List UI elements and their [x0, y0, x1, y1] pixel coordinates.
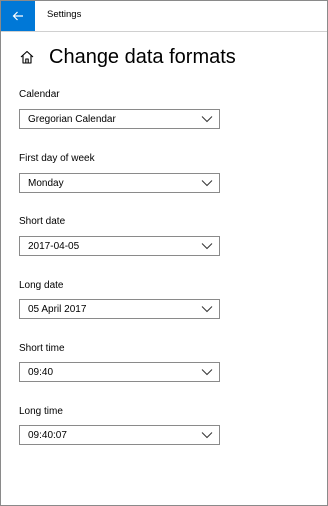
back-button[interactable] [1, 1, 35, 31]
title-bar: Settings [1, 1, 327, 32]
long-time-value: 09:40:07 [28, 429, 67, 441]
calendar-value: Gregorian Calendar [28, 113, 116, 125]
chevron-down-icon [201, 306, 213, 313]
page-title: Change data formats [49, 45, 236, 68]
chevron-down-icon [201, 180, 213, 187]
first-day-of-week-value: Monday [28, 177, 64, 189]
short-date-dropdown[interactable]: 2017-04-05 [19, 236, 220, 256]
first-day-of-week-dropdown[interactable]: Monday [19, 173, 220, 193]
page-header: Change data formats [19, 43, 236, 71]
short-time-value: 09:40 [28, 366, 54, 378]
chevron-down-icon [201, 243, 213, 250]
long-date-label: Long date [19, 280, 64, 291]
home-icon[interactable] [19, 49, 35, 65]
settings-window: Settings Change data formats Calendar Gr… [0, 0, 328, 506]
long-date-dropdown[interactable]: 05 April 2017 [19, 299, 220, 319]
short-date-label: Short date [19, 216, 66, 227]
chevron-down-icon [201, 116, 213, 123]
back-arrow-icon [12, 11, 23, 21]
short-time-label: Short time [19, 343, 65, 354]
long-time-dropdown[interactable]: 09:40:07 [19, 425, 220, 445]
chevron-down-icon [201, 369, 213, 376]
chevron-down-icon [201, 432, 213, 439]
long-date-value: 05 April 2017 [28, 303, 87, 315]
short-date-value: 2017-04-05 [28, 240, 80, 252]
short-time-dropdown[interactable]: 09:40 [19, 362, 220, 382]
calendar-dropdown[interactable]: Gregorian Calendar [19, 109, 220, 129]
first-day-of-week-label: First day of week [19, 153, 95, 164]
calendar-label: Calendar [19, 89, 60, 100]
long-time-label: Long time [19, 406, 63, 417]
window-title: Settings [47, 9, 82, 20]
